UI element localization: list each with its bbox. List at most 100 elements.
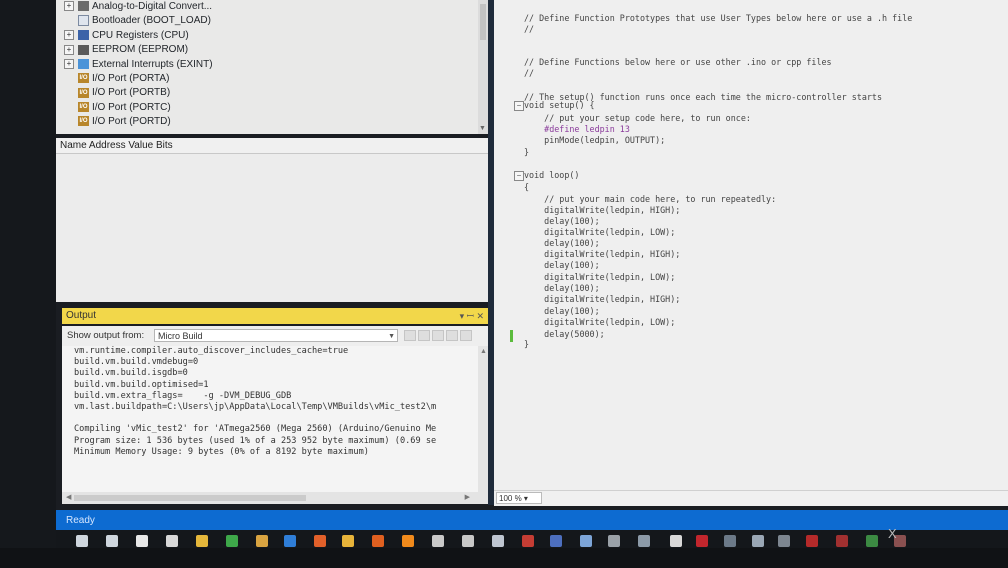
media-icon[interactable] — [372, 535, 384, 547]
start-icon[interactable] — [76, 535, 88, 547]
code-line: delay(5000); — [524, 329, 605, 339]
word-wrap-icon[interactable] — [460, 330, 472, 341]
tree-scrollbar[interactable]: ▼ — [478, 0, 488, 134]
vlc-icon[interactable] — [402, 535, 414, 547]
notepad-icon[interactable] — [462, 535, 474, 547]
output-toolbar: Show output from: Micro Build ▼ — [62, 326, 488, 346]
tree-item-label: Analog-to-Digital Convert... — [92, 1, 213, 12]
output-line: Program size: 1 536 bytes (used 1% of a … — [74, 435, 437, 446]
prev-message-icon[interactable] — [432, 330, 444, 341]
code-line: digitalWrite(ledpin, LOW); — [524, 317, 676, 327]
output-line: build.vm.build.optimised=1 — [74, 379, 209, 390]
tree-item[interactable]: I/O I/O Port (PORTB) — [56, 86, 488, 100]
mail-icon[interactable] — [136, 535, 148, 547]
calculator-icon[interactable] — [166, 535, 178, 547]
code-line: } — [524, 147, 530, 157]
output-vertical-scrollbar[interactable]: ▲ — [478, 346, 488, 492]
app-dark-icon[interactable] — [724, 535, 736, 547]
tree-item-label: CPU Registers (CPU) — [92, 29, 189, 41]
app-red-icon[interactable] — [806, 535, 818, 547]
zoom-select[interactable]: 100 % ▾ — [496, 492, 542, 504]
tree-item[interactable]: Bootloader (BOOT_LOAD) — [56, 14, 488, 28]
code-line: { — [524, 182, 530, 192]
watch-panel[interactable] — [56, 154, 488, 302]
screen-bezel-left — [0, 0, 56, 568]
expand-icon[interactable]: + — [64, 1, 74, 12]
edge-icon[interactable] — [284, 535, 296, 547]
code-line: digitalWrite(ledpin, HIGH); — [524, 249, 681, 259]
io-icon: I/O — [78, 116, 89, 127]
code-editor[interactable]: // Define Function Prototypes that use U… — [494, 0, 1008, 505]
brush-icon[interactable] — [638, 535, 650, 547]
code-line: delay(100); — [524, 283, 600, 293]
app-green-icon[interactable] — [866, 535, 878, 547]
io-icon: I/O — [78, 87, 89, 98]
app-red2-icon[interactable] — [836, 535, 848, 547]
tree-item[interactable]: + Analog-to-Digital Convert... — [56, 0, 488, 14]
pin-icon[interactable] — [670, 535, 682, 547]
code-line: pinMode(ledpin, OUTPUT); — [524, 135, 666, 145]
code-line: // Define Function Prototypes that use U… — [524, 13, 913, 23]
chat-icon[interactable] — [778, 535, 790, 547]
output-title-bar: Output ▾ ꟷ ✕ — [62, 308, 488, 324]
tree-item-label: I/O Port (PORTB) — [92, 87, 171, 99]
eeprom-icon — [78, 44, 89, 55]
peripheral-tree[interactable]: + Analog-to-Digital Convert... Bootloader … — [56, 0, 488, 134]
tree-item[interactable]: + CPU Registers (CPU) — [56, 29, 488, 43]
code-line: delay(100); — [524, 306, 600, 316]
find-icon[interactable] — [418, 330, 430, 341]
output-horizontal-scrollbar[interactable]: ◀ ▶ — [62, 492, 488, 504]
app-gray-icon[interactable] — [608, 535, 620, 547]
code-line: void loop() — [524, 170, 580, 180]
expand-icon[interactable]: + — [64, 58, 74, 69]
code-line: digitalWrite(ledpin, HIGH); — [524, 205, 681, 215]
output-window-buttons[interactable]: ▾ ꟷ ✕ — [460, 308, 484, 324]
clear-output-icon[interactable] — [404, 330, 416, 341]
ide-status-bar: Ready — [56, 510, 1008, 530]
collapse-icon[interactable]: − — [514, 171, 524, 181]
output-line: build.vm.build.isgdb=0 — [74, 368, 188, 379]
tools-icon[interactable] — [752, 535, 764, 547]
output-text[interactable]: vm.runtime.compiler.auto_discover_includ… — [62, 346, 488, 492]
app-blue-icon[interactable] — [550, 535, 562, 547]
collapse-icon[interactable]: − — [514, 101, 524, 111]
tree-item[interactable]: I/O I/O Port (PORTC) — [56, 101, 488, 115]
output-title: Output — [66, 310, 97, 321]
settings-icon[interactable] — [432, 535, 444, 547]
tree-item-label: External Interrupts (EXINT) — [92, 58, 213, 70]
code-line: // — [524, 68, 535, 78]
zoom-value: 100 % — [499, 494, 522, 503]
code-line: #define ledpin 13 — [524, 124, 630, 134]
expand-icon — [64, 88, 74, 98]
code-line: // Define Functions below here or use ot… — [524, 57, 832, 67]
tree-item[interactable]: + EEPROM (EEPROM) — [56, 43, 488, 57]
chrome-icon[interactable] — [342, 535, 354, 547]
output-line: build.vm.build.vmdebug=0 — [74, 357, 199, 368]
code-line: void setup() { — [524, 100, 595, 110]
tree-item-label: Bootloader (BOOT_LOAD) — [92, 15, 211, 27]
output-line: build.vm.extra_flags= -g -DVM_DEBUG_GDB — [74, 390, 292, 401]
photos-icon[interactable] — [580, 535, 592, 547]
pdf-icon[interactable] — [696, 535, 708, 547]
search-icon[interactable] — [106, 535, 118, 547]
expand-icon[interactable]: + — [64, 44, 74, 55]
io-icon: I/O — [78, 102, 89, 113]
filezilla-icon[interactable] — [522, 535, 534, 547]
tree-item-label: EEPROM (EEPROM) — [92, 44, 189, 56]
firefox-icon[interactable] — [314, 535, 326, 547]
code-line: } — [524, 339, 530, 349]
expand-icon[interactable]: + — [64, 30, 74, 41]
folder-icon[interactable] — [196, 535, 208, 547]
next-message-icon[interactable] — [446, 330, 458, 341]
winamp-icon[interactable] — [226, 535, 238, 547]
word-icon[interactable] — [492, 535, 504, 547]
int-icon — [78, 58, 89, 69]
paint-icon[interactable] — [256, 535, 268, 547]
tree-item[interactable]: I/O I/O Port (PORTA) — [56, 72, 488, 86]
tree-item[interactable]: + External Interrupts (EXINT) — [56, 58, 488, 72]
output-source-select[interactable]: Micro Build ▼ — [154, 329, 398, 342]
tree-item[interactable]: I/O I/O Port (PORTD) — [56, 115, 488, 129]
code-line: // — [524, 24, 535, 34]
code-line: digitalWrite(ledpin, HIGH); — [524, 294, 681, 304]
close-icon[interactable]: X — [888, 526, 897, 541]
